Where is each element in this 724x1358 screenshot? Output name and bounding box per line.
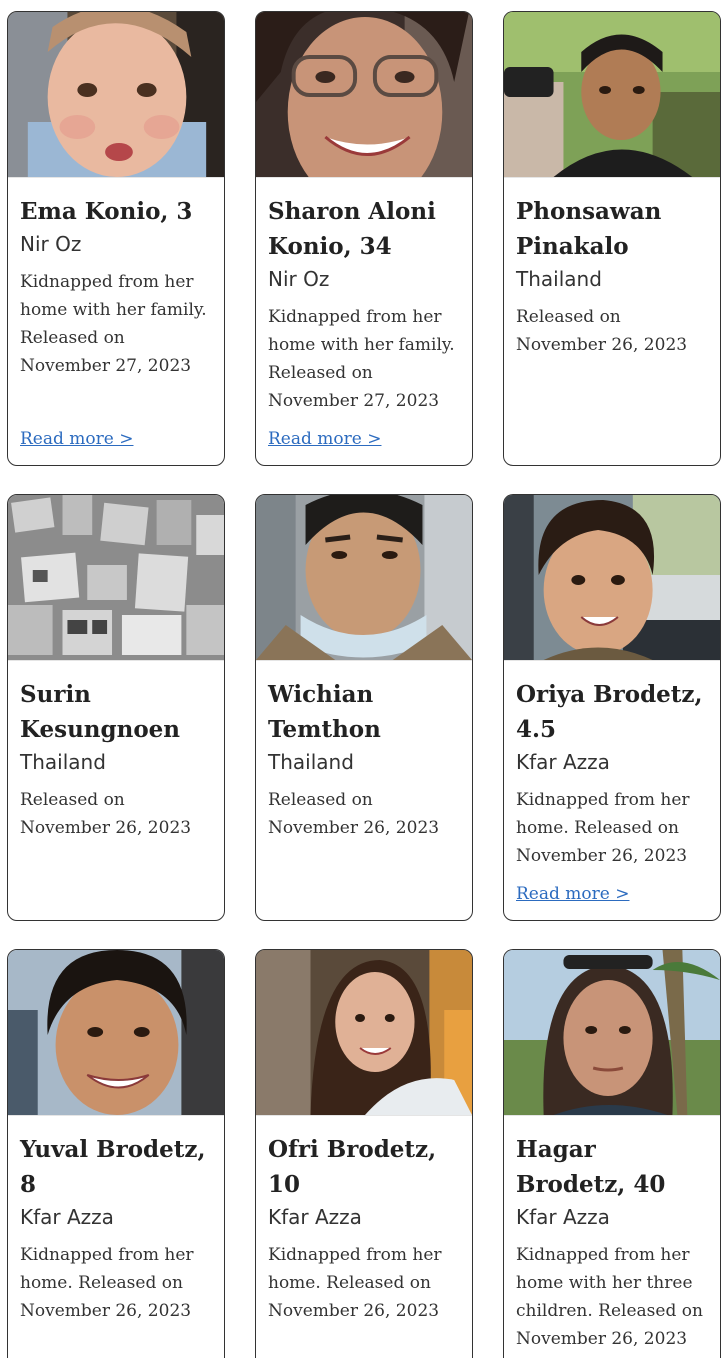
person-card: Wichian Temthon Thailand Released on Nov… [255, 494, 473, 921]
person-location: Kfar Azza [20, 1205, 114, 1229]
person-description: Kidnapped from her home with her family.… [268, 307, 455, 411]
person-card: Surin Kesungnoen Thailand Released on No… [7, 494, 225, 921]
person-name: Wichian Temthon [268, 681, 381, 743]
woman-photo [504, 950, 720, 1116]
girl-photo [256, 950, 472, 1116]
posters-photo [8, 495, 224, 661]
person-location: Kfar Azza [516, 1205, 610, 1229]
person-name: Surin Kesungnoen [20, 681, 181, 743]
person-card: Oriya Brodetz, 4.5 Kfar Azza Kidnapped f… [503, 494, 721, 921]
person-description: Kidnapped from her home. Released on Nov… [516, 790, 690, 866]
person-location: Thailand [20, 750, 106, 774]
person-description: Released on November 26, 2023 [516, 307, 688, 355]
person-name: Oriya Brodetz, 4.5 [516, 681, 703, 743]
person-card: Hagar Brodetz, 40 Kfar Azza Kidnapped fr… [503, 949, 721, 1358]
man-photo [256, 495, 472, 661]
person-name: Sharon Aloni Konio, 34 [268, 198, 436, 260]
person-description: Kidnapped from her home with her three c… [516, 1245, 703, 1349]
child-photo [8, 12, 224, 178]
person-location: Nir Oz [268, 267, 330, 291]
person-name: Yuval Brodetz, 8 [20, 1136, 206, 1198]
person-name: Ofri Brodetz, 10 [268, 1136, 437, 1198]
person-location: Kfar Azza [268, 1205, 362, 1229]
read-more-link[interactable]: Read more > [268, 427, 381, 451]
person-description: Released on November 26, 2023 [268, 790, 440, 838]
person-card: Ofri Brodetz, 10 Kfar Azza Kidnapped fro… [255, 949, 473, 1358]
read-more-link[interactable]: Read more > [516, 882, 629, 906]
person-name: Ema Konio, 3 [20, 198, 193, 225]
person-description: Released on November 26, 2023 [20, 790, 192, 838]
person-description: Kidnapped from her home with her family.… [20, 272, 207, 376]
person-name: Hagar Brodetz, 40 [516, 1136, 666, 1198]
child-photo [504, 495, 720, 661]
person-location: Nir Oz [20, 232, 82, 256]
person-card: Yuval Brodetz, 8 Kfar Azza Kidnapped fro… [7, 949, 225, 1358]
person-card: Phonsawan Pinakalo Thailand Released on … [503, 11, 721, 466]
woman-glasses-photo [256, 12, 472, 178]
person-card: Sharon Aloni Konio, 34 Nir Oz Kidnapped … [255, 11, 473, 466]
person-description: Kidnapped from her home. Released on Nov… [268, 1245, 442, 1321]
boy-photo [8, 950, 224, 1116]
person-location: Thailand [268, 750, 354, 774]
person-location: Thailand [516, 267, 602, 291]
person-card: Ema Konio, 3 Nir Oz Kidnapped from her h… [7, 11, 225, 466]
person-name: Phonsawan Pinakalo [516, 198, 662, 260]
person-description: Kidnapped from her home. Released on Nov… [20, 1245, 194, 1321]
hostage-card-grid: Ema Konio, 3 Nir Oz Kidnapped from her h… [0, 0, 724, 1358]
person-location: Kfar Azza [516, 750, 610, 774]
man-photo [504, 12, 720, 178]
read-more-link[interactable]: Read more > [20, 427, 133, 451]
